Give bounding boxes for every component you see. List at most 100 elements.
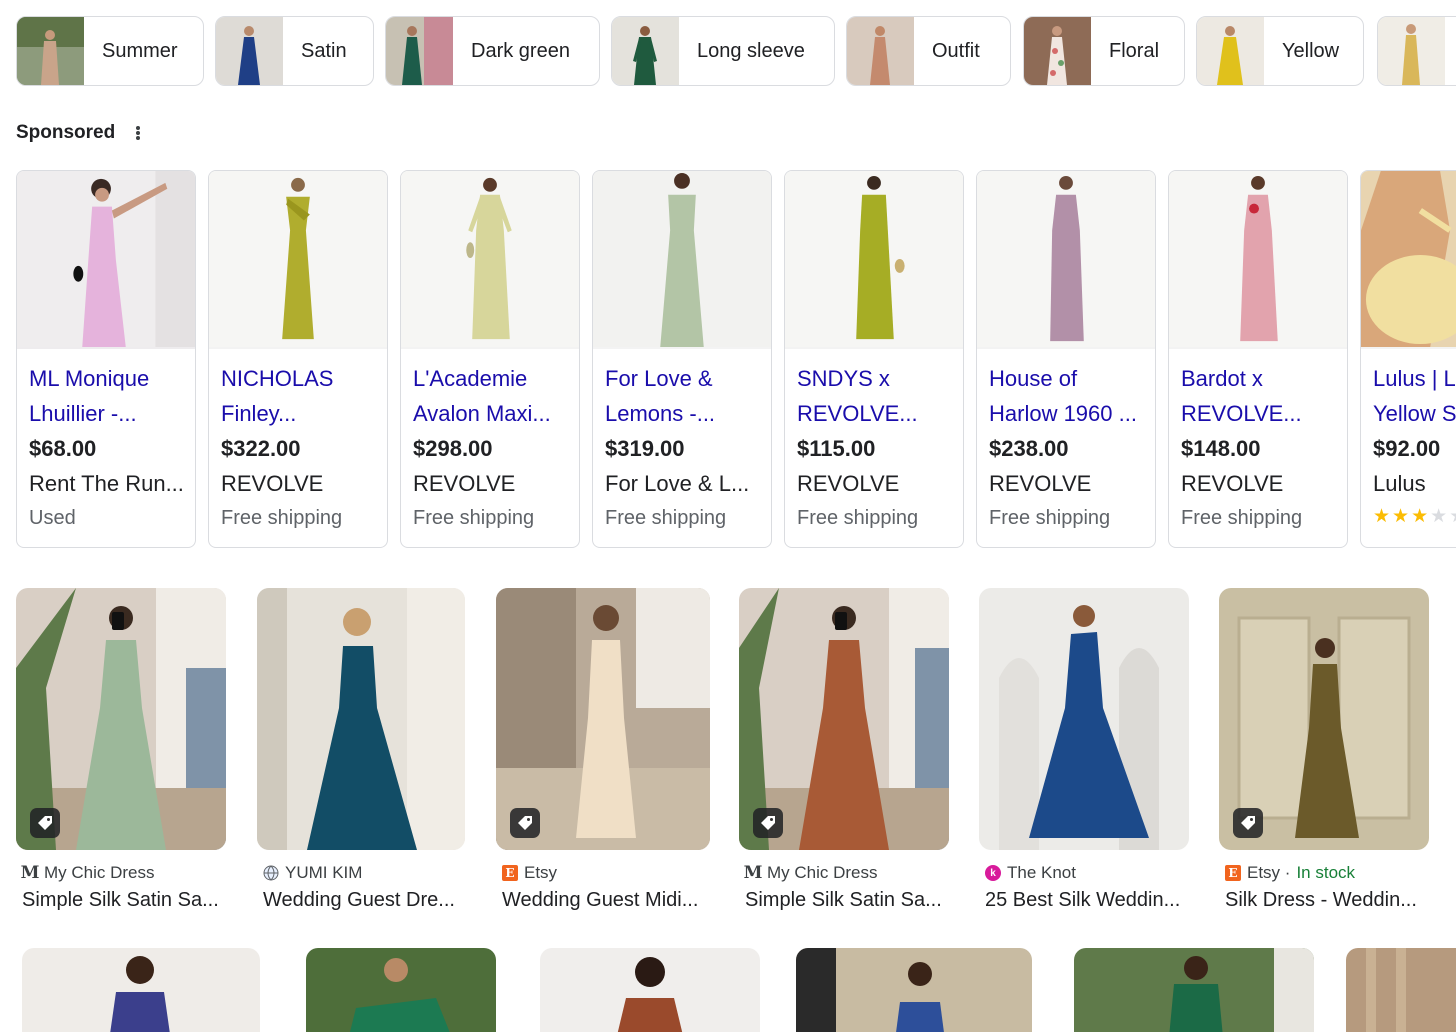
image-result[interactable]: E Etsy · In stock Silk Dress - Weddin... [1219,588,1429,912]
image-result[interactable] [306,948,496,1032]
product-image [17,171,195,349]
result-source: k The Knot [985,863,1189,883]
chip-long-sleeve[interactable]: Long sleeve [611,16,835,86]
long-sleeve-thumbnail-icon [612,17,679,85]
refinement-chips: Summer Satin Dark green Long sleeve Outf… [16,16,1456,86]
product-price: $148.00 [1181,436,1261,461]
image-result[interactable]: M My Chic Dress Simple Silk Satin Sa... [16,588,226,912]
image-result[interactable]: E Etsy Wedding Guest Midi... [496,588,710,912]
product-card[interactable]: Lulus | LYellow S $92.00 Lulus ★ ★ ★ ★ ★ [1360,170,1456,548]
kebab-menu-icon[interactable] [133,123,143,143]
dark-green-thumbnail-icon [386,17,453,85]
product-title[interactable]: Lulus | L Yellow S [1373,361,1456,431]
chip-label: Summer [102,39,178,62]
product-merchant: REVOLVE [989,471,1092,496]
product-merchant: REVOLVE [797,471,900,496]
result-source: M My Chic Dress [20,863,155,883]
result-source: M My Chic Dress [743,863,878,883]
product-card[interactable]: ML Monique Lhuillier -... $68.00 Rent The… [16,170,196,548]
image-result[interactable] [1346,948,1456,1032]
result-image [979,588,1189,850]
product-shipping: Free shipping [605,507,727,529]
chip-yellow[interactable]: Yellow [1196,16,1364,86]
product-card[interactable]: SNDYS x REVOLVE... $115.00 REVOLVE Free s… [784,170,964,548]
result-title[interactable]: Wedding Guest Dre... [263,889,465,912]
product-merchant: For Love & L... [605,471,750,496]
etsy-logo-icon: E [502,865,518,881]
image-results-row-2 [16,948,1456,1032]
product-card[interactable]: For Love & Lemons -... $319.00 For Love &… [592,170,772,548]
product-title[interactable]: L'Academie Avalon Maxi... [413,361,567,431]
shopping-carousel: ML Monique Lhuillier -... $68.00 Rent The… [16,170,1456,550]
product-title[interactable]: Bardot x REVOLVE... [1181,361,1335,431]
star-icon: ★ [1430,506,1448,527]
image-result[interactable] [796,948,1032,1032]
chip-outfit[interactable]: Outfit [846,16,1011,86]
product-title[interactable]: For Love & Lemons -... [605,361,759,431]
chip-label: Yellow [1282,39,1340,62]
result-source: E Etsy · In stock [1225,863,1429,883]
product-merchant: REVOLVE [413,471,516,496]
product-shipping: Free shipping [413,507,535,529]
product-image [209,171,387,349]
my-chic-dress-logo-icon: M [20,863,40,883]
result-title[interactable]: Wedding Guest Midi... [502,889,710,912]
outfit-thumbnail-icon [847,17,914,85]
product-title[interactable]: House of Harlow 1960 ... [989,361,1143,431]
product-image [401,171,579,349]
product-card[interactable]: NICHOLAS Finley... $322.00 REVOLVE Free s… [208,170,388,548]
yellow-thumbnail-icon [1197,17,1264,85]
result-source: YUMI KIM [263,863,465,883]
image-result[interactable]: M My Chic Dress Simple Silk Satin Sa... [739,588,949,912]
product-title[interactable]: ML Monique Lhuillier -... [29,361,183,431]
result-image [739,588,949,850]
star-icon: ★ [1411,506,1429,527]
product-price: $319.00 [605,436,685,461]
product-price: $68.00 [29,436,97,461]
result-image [16,588,226,850]
image-result[interactable]: YUMI KIM Wedding Guest Dre... [257,588,465,912]
product-image [785,171,963,349]
floral-thumbnail-icon [1024,17,1091,85]
product-condition: Used [29,507,76,529]
chip-satin[interactable]: Satin [215,16,374,86]
chip-gold[interactable] [1377,16,1456,86]
chip-dark-green[interactable]: Dark green [385,16,600,86]
product-price: $92.00 [1373,436,1441,461]
product-card[interactable]: House of Harlow 1960 ... $238.00 REVOLVE … [976,170,1156,548]
result-title[interactable]: Silk Dress - Weddin... [1225,889,1429,912]
product-shipping: Free shipping [797,507,919,529]
result-title[interactable]: 25 Best Silk Weddin... [985,889,1189,912]
summer-thumbnail-icon [17,17,84,85]
satin-thumbnail-icon [216,17,283,85]
product-shipping: Free shipping [221,507,343,529]
image-result[interactable] [22,948,260,1032]
result-title[interactable]: Simple Silk Satin Sa... [22,889,226,912]
sponsored-header: Sponsored [16,122,143,144]
chip-summer[interactable]: Summer [16,16,204,86]
product-card[interactable]: L'Academie Avalon Maxi... $298.00 REVOLVE… [400,170,580,548]
star-rating: ★ ★ ★ ★ ★ [1373,507,1456,527]
chip-floral[interactable]: Floral [1023,16,1185,86]
price-tag-icon [1233,808,1263,838]
star-icon: ★ [1449,507,1456,527]
chip-label: Dark green [471,39,570,62]
the-knot-logo-icon: k [985,865,1001,881]
image-results: M My Chic Dress Simple Silk Satin Sa... … [16,588,1456,928]
product-title[interactable]: NICHOLAS Finley... [221,361,375,431]
product-shipping: Free shipping [989,507,1111,529]
image-result[interactable]: k The Knot 25 Best Silk Weddin... [979,588,1189,912]
image-result[interactable] [540,948,760,1032]
result-title[interactable]: Simple Silk Satin Sa... [745,889,949,912]
result-source: E Etsy [502,863,710,883]
gold-thumbnail-icon [1378,17,1445,85]
result-image [496,588,710,850]
image-result[interactable] [1074,948,1314,1032]
price-tag-icon [753,808,783,838]
my-chic-dress-logo-icon: M [743,863,763,883]
product-image [1361,171,1456,349]
product-card[interactable]: Bardot x REVOLVE... $148.00 REVOLVE Free … [1168,170,1348,548]
chip-label: Floral [1109,39,1160,62]
product-price: $115.00 [797,436,876,461]
product-title[interactable]: SNDYS x REVOLVE... [797,361,951,431]
